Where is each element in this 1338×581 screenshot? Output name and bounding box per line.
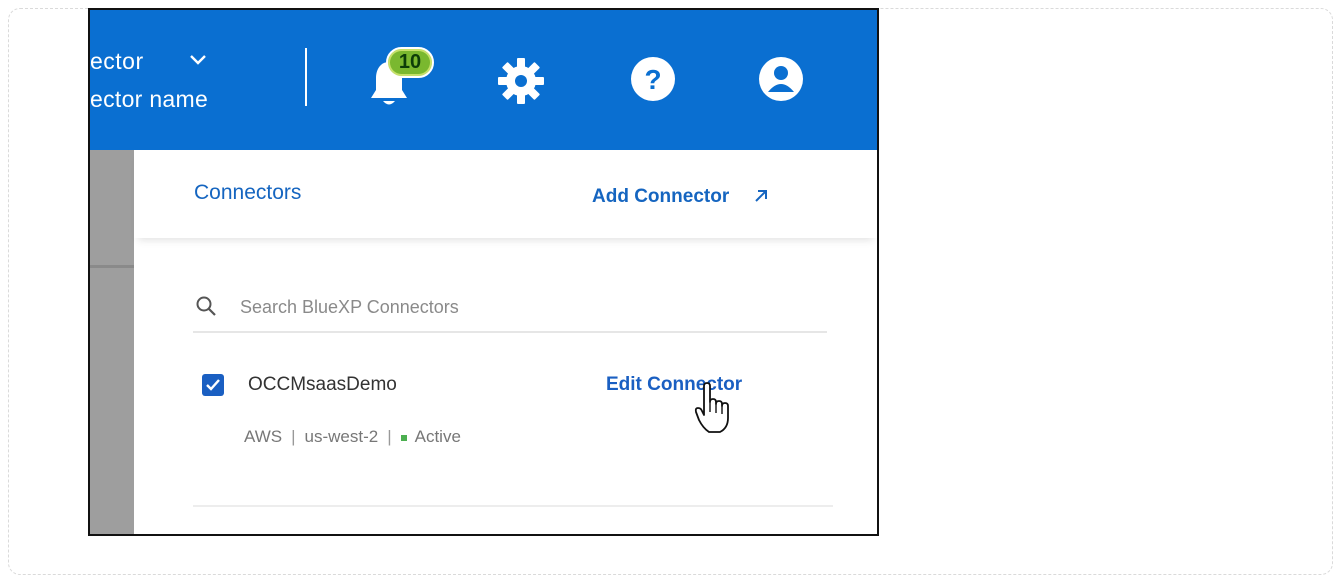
- connector-selector-name[interactable]: ector name: [90, 86, 208, 113]
- meta-separator: |: [291, 427, 296, 446]
- search-connectors-input[interactable]: [240, 292, 660, 322]
- hand-cursor-icon: [694, 382, 729, 433]
- connector-region: us-west-2: [304, 427, 379, 446]
- left-rail: [90, 150, 134, 534]
- header-divider: [305, 48, 307, 106]
- connector-provider: AWS: [244, 427, 283, 446]
- help-icon[interactable]: ?: [628, 54, 678, 104]
- meta-separator: |: [387, 427, 392, 446]
- svg-text:?: ?: [644, 64, 661, 95]
- search-underline: [193, 331, 827, 333]
- user-icon[interactable]: [756, 54, 806, 104]
- top-navigation-bar: ector ector name 10 ?: [90, 10, 877, 150]
- connector-selector-label[interactable]: ector: [90, 48, 144, 75]
- connector-name: OCCMsaasDemo: [248, 374, 397, 395]
- chevron-down-icon[interactable]: [188, 54, 208, 66]
- left-rail-mark: [90, 265, 134, 268]
- list-divider: [193, 505, 833, 507]
- panel-title: Connectors: [194, 181, 302, 204]
- screenshot-frame: ector ector name 10 ? Connectors Add Con…: [88, 8, 879, 536]
- external-link-icon[interactable]: [754, 189, 768, 203]
- notification-badge: 10: [386, 47, 434, 78]
- connector-meta: AWS | us-west-2 | Active: [244, 427, 461, 447]
- connector-status: Active: [414, 427, 461, 446]
- add-connector-link[interactable]: Add Connector: [592, 186, 729, 208]
- gear-icon[interactable]: [496, 56, 546, 106]
- search-icon: [196, 296, 216, 316]
- connectors-panel-header: Connectors Add Connector: [134, 150, 877, 238]
- connector-checkbox[interactable]: [202, 374, 224, 396]
- check-icon: [206, 379, 220, 391]
- status-dot-icon: [400, 434, 407, 441]
